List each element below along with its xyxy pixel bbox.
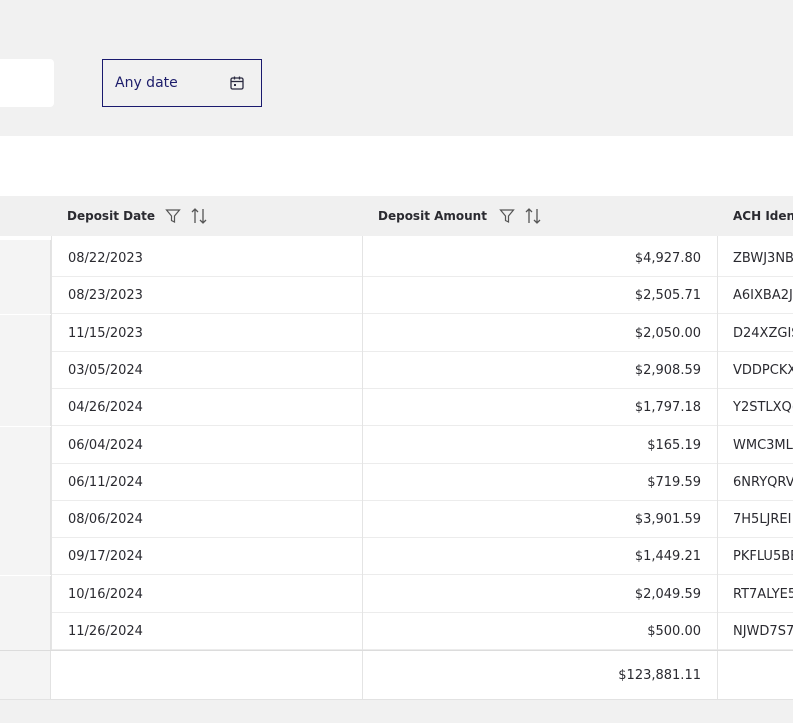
deposit-date-cell: 09/17/2024: [68, 549, 143, 565]
column-divider: [717, 236, 718, 698]
deposit-amount-cell: $2,049.59: [634, 586, 701, 602]
table-row[interactable]: 11/26/2024 $500.00 NJWD7S7: [0, 613, 793, 650]
deposit-date-cell: 06/04/2024: [68, 437, 143, 453]
deposit-date-cell: 11/15/2023: [68, 325, 143, 341]
table-row[interactable]: 08/23/2023 $2,505.71 A6IXBA2J: [0, 277, 793, 315]
table-row[interactable]: 03/05/2024 $2,908.59 VDDPCKX: [0, 351, 793, 389]
deposit-amount-cell: $2,908.59: [634, 362, 701, 378]
ach-ident-cell: Y2STLXQ(: [733, 400, 793, 416]
table-row[interactable]: 10/16/2024 $2,049.59 RT7ALYE5: [0, 575, 793, 613]
total-amount: $123,881.11: [618, 667, 701, 683]
date-filter-label: Any date: [115, 75, 178, 91]
deposit-date-cell: 04/26/2024: [68, 400, 143, 416]
deposit-amount-cell: $2,050.00: [634, 325, 701, 341]
table-header: Deposit Date Deposit Amount ACH Ident: [0, 196, 793, 236]
column-divider: [717, 651, 718, 699]
toolbar-spacer: [0, 136, 793, 196]
deposit-amount-cell: $165.19: [647, 437, 701, 453]
row-stub: [0, 240, 51, 277]
filter-icon[interactable]: [499, 208, 515, 224]
column-divider: [362, 651, 363, 699]
ach-ident-cell: PKFLU5BE: [733, 549, 793, 565]
deposits-table: Deposit Date Deposit Amount ACH Ident 08…: [0, 196, 793, 699]
deposit-amount-cell: $4,927.80: [634, 251, 701, 266]
column-header-deposit-amount: Deposit Amount: [378, 196, 542, 236]
column-label: ACH Ident: [733, 209, 793, 223]
deposit-amount-cell: $1,797.18: [634, 400, 701, 416]
deposit-date-cell: 10/16/2024: [68, 586, 143, 602]
table-row[interactable]: 08/06/2024 $3,901.59 7H5LJREI: [0, 501, 793, 539]
sort-icon[interactable]: [524, 207, 542, 225]
row-stub: [0, 651, 51, 699]
ach-ident-cell: NJWD7S7: [733, 624, 793, 639]
deposit-date-cell: 03/05/2024: [68, 362, 143, 378]
ach-ident-cell: D24XZGIS: [733, 325, 793, 341]
row-stub: [0, 277, 51, 315]
deposit-date-cell: 08/06/2024: [68, 512, 143, 528]
column-header-deposit-date: Deposit Date: [67, 196, 208, 236]
row-stub: [0, 575, 51, 613]
deposit-amount-cell: $500.00: [647, 624, 701, 639]
deposit-amount-cell: $1,449.21: [634, 549, 701, 565]
deposit-amount-cell: $3,901.59: [634, 512, 701, 528]
search-input[interactable]: [0, 59, 54, 107]
table-row[interactable]: 06/04/2024 $165.19 WMC3MLI: [0, 426, 793, 464]
row-stub: [0, 314, 51, 352]
column-divider: [362, 236, 363, 698]
filter-icon[interactable]: [165, 208, 181, 224]
ach-ident-cell: VDDPCKX: [733, 362, 793, 378]
calendar-icon: [229, 75, 245, 91]
ach-ident-cell: WMC3MLI: [733, 437, 793, 453]
table-row[interactable]: 11/15/2023 $2,050.00 D24XZGIS: [0, 314, 793, 352]
ach-ident-cell: 7H5LJREI: [733, 512, 792, 528]
table-footer-totals: $123,881.11: [0, 650, 793, 699]
column-label: Deposit Amount: [378, 209, 487, 223]
page-footer-band: [0, 699, 793, 723]
row-stub: [0, 351, 51, 389]
table-row[interactable]: 06/11/2024 $719.59 6NRYQRV: [0, 463, 793, 501]
column-header-ach-ident: ACH Ident: [733, 196, 793, 236]
deposit-date-cell: 08/23/2023: [68, 288, 143, 304]
row-stub: [0, 463, 51, 501]
deposit-amount-cell: $719.59: [647, 474, 701, 490]
table-row[interactable]: 08/22/2023 $4,927.80 ZBWJ3NB: [0, 240, 793, 277]
deposit-amount-cell: $2,505.71: [634, 288, 701, 304]
deposit-date-cell: 06/11/2024: [68, 474, 143, 490]
ach-ident-cell: A6IXBA2J: [733, 288, 793, 304]
row-stub: [0, 389, 51, 427]
table-row[interactable]: 04/26/2024 $1,797.18 Y2STLXQ(: [0, 389, 793, 427]
column-divider: [51, 236, 52, 698]
row-stub: [0, 426, 51, 464]
deposit-date-cell: 11/26/2024: [68, 624, 143, 639]
deposit-date-cell: 08/22/2023: [68, 251, 143, 266]
table-row[interactable]: 09/17/2024 $1,449.21 PKFLU5BE: [0, 538, 793, 576]
row-stub: [0, 538, 51, 576]
column-label: Deposit Date: [67, 209, 156, 223]
row-stub: [0, 501, 51, 539]
ach-ident-cell: ZBWJ3NB: [733, 251, 793, 266]
ach-ident-cell: 6NRYQRV: [733, 474, 793, 490]
ach-ident-cell: RT7ALYE5: [733, 586, 793, 602]
row-stub: [0, 613, 51, 650]
date-filter-button[interactable]: Any date: [102, 59, 262, 107]
sort-icon[interactable]: [190, 207, 208, 225]
